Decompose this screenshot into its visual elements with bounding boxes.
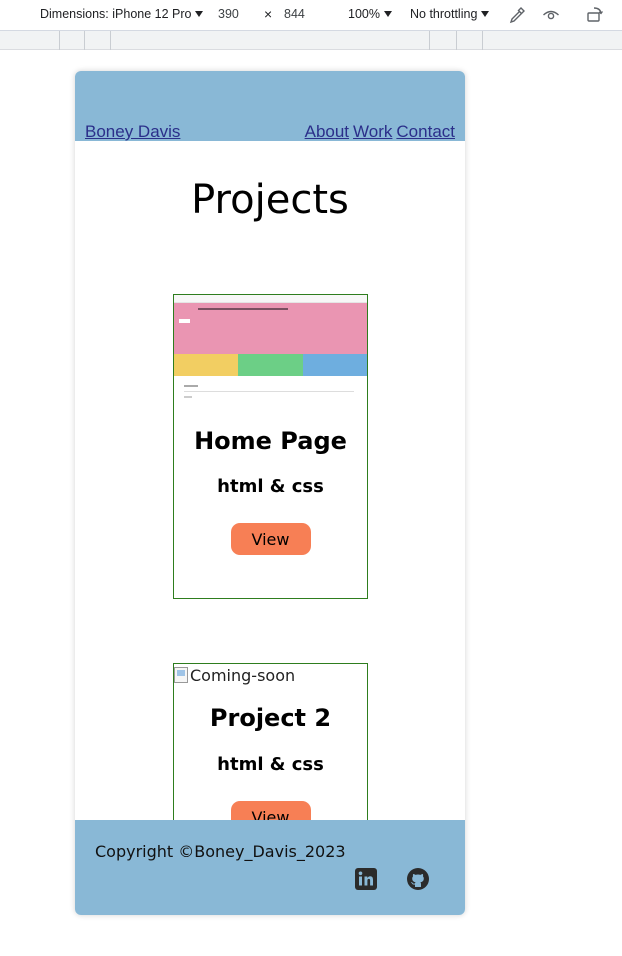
thumbnail-hero-button (179, 319, 190, 323)
view-button[interactable]: View (230, 801, 311, 820)
thumbnail-hero (174, 303, 367, 354)
project-tech: html & css (217, 476, 324, 497)
main-nav: About Work Contact (305, 122, 455, 142)
project-card-2: Coming-soon Project 2 html & css View (173, 663, 368, 820)
thumbnail-hero-text (198, 308, 288, 310)
ruler-segment (84, 31, 85, 50)
project-tech: html & css (217, 754, 324, 775)
project-title: Project 2 (209, 704, 332, 732)
linkedin-icon[interactable] (354, 867, 378, 891)
site-footer: Copyright ©Boney_Davis_2023 (75, 820, 465, 915)
image-alt-text: Coming-soon (190, 665, 296, 685)
coming-soon-image: Coming-soon (174, 664, 367, 686)
nav-work[interactable]: Work (353, 122, 392, 142)
main-content: Projects Home Page html & css View Comin… (75, 141, 465, 820)
project-thumbnail (174, 295, 367, 378)
page-title: Projects (191, 177, 349, 223)
thumbnail-line (184, 391, 354, 392)
throttling-dropdown[interactable]: No throttling (410, 7, 490, 21)
device-label: Dimensions: iPhone 12 Pro (40, 7, 192, 21)
media-query-ruler[interactable] (0, 31, 622, 50)
thumbnail-lower (174, 378, 367, 406)
view-button[interactable]: View (230, 523, 311, 555)
copyright-text: Copyright ©Boney_Davis_2023 (95, 842, 346, 861)
eyedropper-icon[interactable] (508, 6, 526, 24)
zoom-dropdown[interactable]: 100% (348, 7, 392, 21)
throttling-label: No throttling (410, 7, 478, 21)
thumbnail-tile-green (238, 354, 303, 376)
chevron-down-icon (195, 11, 204, 17)
chevron-down-icon (383, 11, 392, 17)
brand-link[interactable]: Boney Davis (85, 122, 180, 142)
thumbnail-line (184, 396, 192, 398)
device-viewport: Boney Davis About Work Contact Projects (75, 71, 465, 915)
height-input[interactable]: 844 (284, 7, 305, 21)
rotate-icon[interactable] (586, 6, 604, 24)
chevron-down-icon (481, 11, 490, 17)
site-header: Boney Davis About Work Contact (75, 71, 465, 141)
thumbnail-tile-yellow (174, 354, 238, 376)
ruler-segment (482, 31, 483, 50)
project-title: Home Page (194, 427, 347, 455)
thumbnail-topbar (174, 295, 367, 303)
nav-about[interactable]: About (305, 122, 349, 142)
broken-image-icon (174, 667, 188, 683)
ruler-segment (456, 31, 457, 50)
device-dropdown[interactable]: Dimensions: iPhone 12 Pro (40, 7, 204, 21)
ruler-segment (110, 31, 111, 50)
nav-contact[interactable]: Contact (396, 122, 455, 142)
project-card-home: Home Page html & css View (173, 294, 368, 599)
eye-icon[interactable] (542, 6, 560, 24)
times-sign: × (264, 6, 273, 22)
ruler-segment (59, 31, 60, 50)
ruler-segment (429, 31, 430, 50)
width-input[interactable]: 390 (218, 7, 239, 21)
devtools-toolbar: Dimensions: iPhone 12 Pro 390 × 844 100%… (0, 0, 622, 31)
github-icon[interactable] (406, 867, 430, 891)
thumbnail-line (184, 385, 198, 387)
thumbnail-tile-blue (303, 354, 367, 376)
zoom-label: 100% (348, 7, 380, 21)
